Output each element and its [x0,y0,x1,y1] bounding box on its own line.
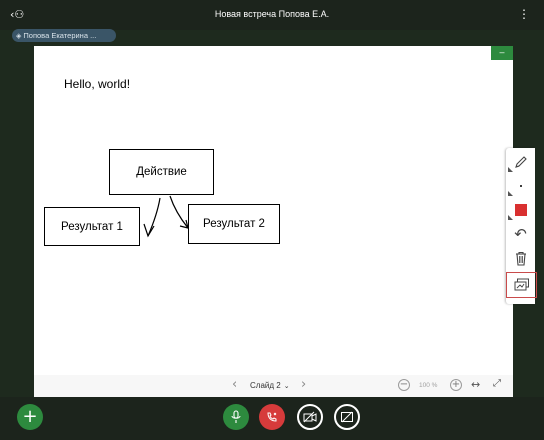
slide-controls: ‹ Слайд 2 ⌄ › − 100 % + ↔ ⤢ [34,375,513,397]
phone-icon [267,412,277,422]
zoom-out-button[interactable]: − [398,379,410,391]
presenter-name: Попова Екатерина ... [23,31,97,40]
multi-user-icon[interactable] [506,272,537,298]
next-slide-button[interactable]: › [301,378,306,392]
fullscreen-icon[interactable]: ⤢ [493,378,501,389]
result-1-box: Результат 1 [44,207,140,246]
slide-selector-label: Слайд 2 [250,381,281,390]
screen-share-button[interactable] [334,404,360,430]
slide-text: Hello, world! [64,77,131,91]
microphone-button[interactable] [223,404,249,430]
chevron-down-icon: ⌄ [283,382,290,390]
camera-off-icon [303,411,317,423]
presenter-icon: ◈ [16,32,22,40]
color-icon[interactable] [506,198,535,222]
add-button[interactable]: + [17,404,43,430]
plus-icon: + [22,406,38,427]
bottom-bar: + [0,397,544,440]
undo-icon[interactable]: ↶ [506,222,535,246]
microphone-icon [231,410,241,423]
hangup-button[interactable] [259,404,285,430]
minimize-icon: – [499,47,505,57]
color-dropdown-icon [508,215,513,220]
camera-button[interactable] [297,404,323,430]
action-box: Действие [109,149,214,195]
result-2-box: Результат 2 [188,204,280,244]
fit-width-icon[interactable]: ↔ [471,378,480,391]
meeting-title: Новая встреча Попова Е.А. [214,9,330,19]
zoom-in-button[interactable]: + [450,379,462,391]
slide-selector[interactable]: Слайд 2 ⌄ [250,381,290,390]
presenter-badge[interactable]: ◈ Попова Екатерина ... [12,29,116,42]
pencil-dropdown-icon [508,167,513,172]
presentation-slide[interactable]: – Hello, world! Действие Результат 1 Рез… [34,46,513,397]
previous-slide-button[interactable]: ‹ [232,378,237,392]
whiteboard-toolbar: ↶ [506,148,537,304]
top-bar: ‹⚇ Новая встреча Попова Е.А. ⋮ [0,0,544,30]
more-vertical-icon[interactable]: ⋮ [518,7,530,21]
pencil-icon[interactable] [506,150,535,174]
clear-icon[interactable] [506,246,535,270]
thickness-dropdown-icon [508,191,513,196]
zoom-level: 100 % [419,382,438,389]
thickness-icon[interactable] [506,174,535,198]
minimize-presentation-button[interactable]: – [491,46,513,60]
screen-share-off-icon [341,411,353,423]
